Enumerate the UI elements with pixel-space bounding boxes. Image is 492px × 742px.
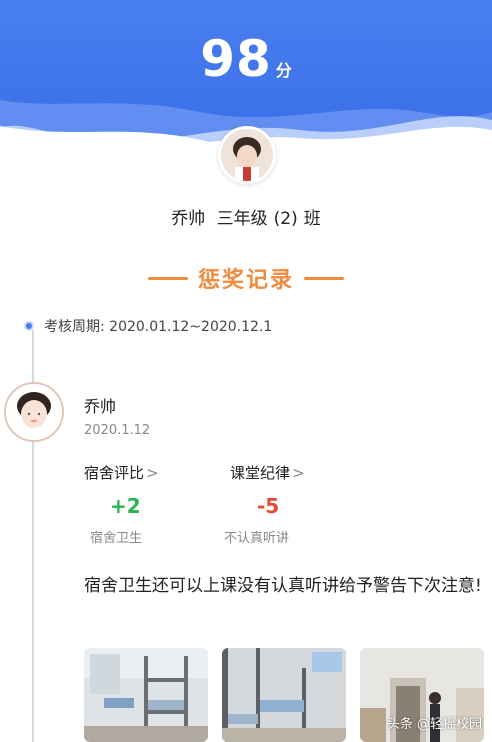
chevron-right-icon: > <box>292 464 305 482</box>
section-title: 惩奖记录 <box>0 262 492 294</box>
watermark: 头条 @轻摇校园 <box>386 717 482 732</box>
reason-dorm-hygiene: 宿舍卫生 <box>90 531 143 546</box>
record-photo[interactable] <box>222 648 346 742</box>
record-avatar <box>4 382 64 442</box>
timeline-dot-icon <box>24 321 34 331</box>
record-date: 2020.1.12 <box>84 423 151 438</box>
period-text: 考核周期: 2020.01.12~2020.12.1 <box>44 319 273 335</box>
score-display: 98 分 <box>0 30 492 88</box>
student-grade: 三年级 <box>216 209 268 229</box>
reason-not-listening: 不认真听讲 <box>224 531 290 546</box>
score-unit: 分 <box>275 61 292 80</box>
student-class-number: (2) <box>273 209 298 229</box>
title-left-line <box>147 276 188 280</box>
assessment-period: 考核周期: 2020.01.12~2020.12.1 <box>24 316 272 336</box>
score-value: 98 <box>200 30 272 88</box>
record-photo[interactable] <box>84 648 208 742</box>
category-label: 宿舍评比 <box>84 464 145 482</box>
student-info: 乔帅 三年级 (2) 班 <box>0 204 492 229</box>
title-right-line <box>304 276 344 280</box>
category-label: 课堂纪律 <box>230 464 291 482</box>
student-class-suffix: 班 <box>303 209 321 229</box>
category-dorm-rating[interactable]: 宿舍评比 > <box>84 462 159 483</box>
score-change-plus: +2 <box>110 494 141 518</box>
score-change-minus: -5 <box>257 494 280 518</box>
student-avatar <box>218 126 276 184</box>
section-title-text: 惩奖记录 <box>197 268 294 293</box>
record-student-name: 乔帅 <box>84 397 117 416</box>
chevron-right-icon: > <box>146 464 159 482</box>
record-comment: 宿舍卫生还可以上课没有认真听讲给予警告下次注意! <box>84 576 482 596</box>
student-name: 乔帅 <box>171 209 206 229</box>
category-class-discipline[interactable]: 课堂纪律 > <box>230 462 305 483</box>
